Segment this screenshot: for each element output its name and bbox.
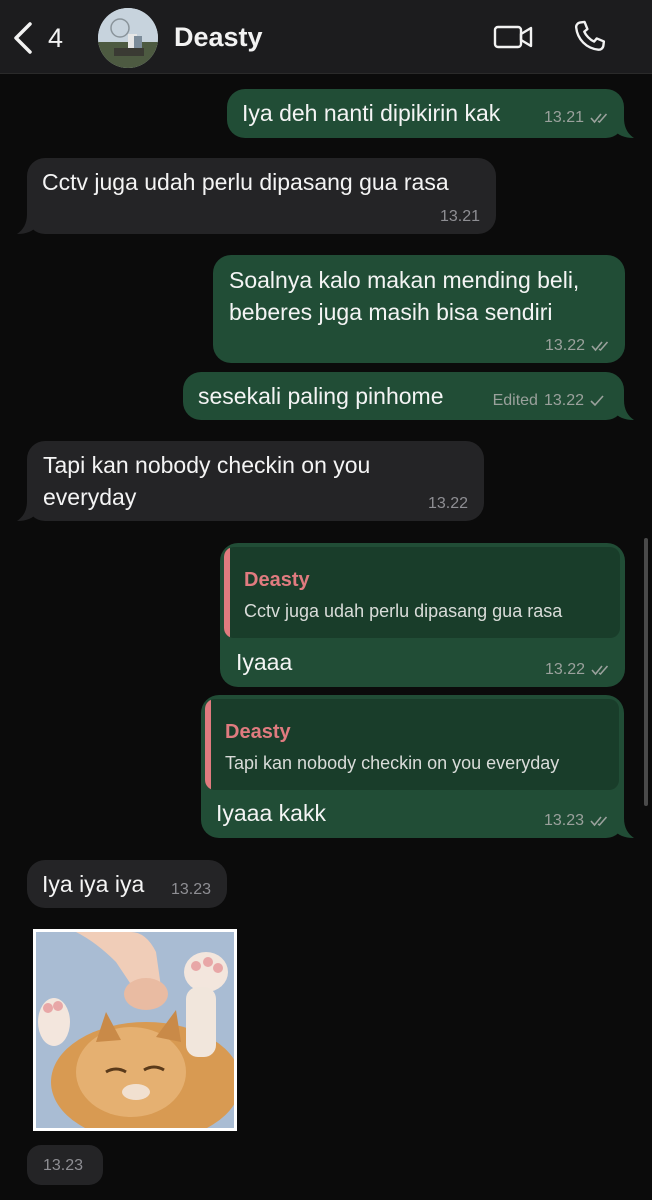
double-check-icon <box>591 665 609 676</box>
edited-label: Edited <box>492 392 538 409</box>
message-meta: 13.23 <box>544 812 610 830</box>
quote-accent-bar <box>205 699 211 790</box>
message-meta: Edited 13.22 <box>493 392 604 410</box>
bubble-tail <box>17 214 37 234</box>
avatar-photo <box>98 8 158 68</box>
voice-call-button[interactable] <box>570 18 608 56</box>
message-meta: 13.22 <box>428 495 468 513</box>
bubble-tail <box>614 118 634 138</box>
outgoing-reply-message[interactable]: Deasty Cctv juga udah perlu dipasang gua… <box>220 543 625 687</box>
quote-sender: Deasty <box>244 569 310 591</box>
quote-text: Tapi kan nobody checkin on you everyday <box>225 753 560 773</box>
quoted-message[interactable]: Deasty Cctv juga udah perlu dipasang gua… <box>224 547 620 638</box>
message-time: 13.22 <box>427 495 468 512</box>
message-meta: 13.23 <box>171 881 211 899</box>
message-time: 13.22 <box>543 392 584 409</box>
message-text-line2: everyday <box>43 484 137 510</box>
quoted-message[interactable]: Deasty Tapi kan nobody checkin on you ev… <box>205 699 619 790</box>
cat-sticker-image <box>36 932 234 1128</box>
outgoing-reply-message[interactable]: Deasty Tapi kan nobody checkin on you ev… <box>201 695 624 838</box>
double-check-icon <box>590 113 608 124</box>
message-time: 13.23 <box>170 881 211 898</box>
message-time: 13.23 <box>543 812 584 829</box>
message-meta: 13.22 <box>545 661 611 679</box>
message-meta: 13.22 <box>545 337 611 355</box>
back-button[interactable]: 4 <box>12 18 78 58</box>
unread-count: 4 <box>48 22 64 53</box>
incoming-message[interactable]: Tapi kan nobody checkin on you everyday … <box>27 441 484 521</box>
outgoing-message[interactable]: Soalnya kalo makan mending beli, beberes… <box>213 255 625 363</box>
message-text-line1: Tapi kan nobody checkin on you <box>43 452 371 478</box>
message-text: Iyaaa kakk <box>216 800 326 826</box>
message-time: 13.23 <box>43 1157 84 1174</box>
chevron-left-icon <box>14 22 32 54</box>
message-meta: 13.21 <box>544 109 610 127</box>
video-call-button[interactable] <box>492 20 534 54</box>
message-time: 13.21 <box>439 208 480 225</box>
contact-name[interactable]: Deasty <box>174 22 263 53</box>
message-text: Iya iya iya <box>42 871 145 897</box>
video-camera-icon <box>493 25 533 49</box>
message-time: 13.22 <box>544 337 585 354</box>
avatar[interactable] <box>98 8 158 68</box>
message-text-line1: Soalnya kalo makan mending beli, <box>229 267 580 293</box>
single-check-icon <box>590 395 604 407</box>
bubble-tail <box>614 400 634 420</box>
bubble-tail <box>614 818 634 838</box>
double-check-icon <box>591 341 609 352</box>
cat-sticker[interactable] <box>33 929 237 1131</box>
message-text: sesekali paling pinhome <box>198 383 444 409</box>
incoming-message[interactable]: Cctv juga udah perlu dipasang gua rasa 1… <box>27 158 496 234</box>
quote-text: Cctv juga udah perlu dipasang gua rasa <box>244 601 563 621</box>
message-text: Iyaaa <box>236 649 293 675</box>
message-text: Cctv juga udah perlu dipasang gua rasa <box>42 169 449 195</box>
message-time: 13.21 <box>543 109 584 126</box>
sticker-timestamp-pill: 13.23 <box>27 1145 103 1185</box>
message-meta: 13.21 <box>440 208 480 226</box>
phone-icon <box>574 20 606 51</box>
outgoing-message[interactable]: Iya deh nanti dipikirin kak 13.21 <box>227 89 624 138</box>
incoming-message[interactable]: Iya iya iya 13.23 <box>27 860 227 908</box>
quote-sender: Deasty <box>225 721 291 743</box>
quote-accent-bar <box>224 547 230 638</box>
message-text: Iya deh nanti dipikirin kak <box>242 100 501 126</box>
bubble-tail <box>17 501 37 521</box>
double-check-icon <box>590 816 608 827</box>
message-text-line2: beberes juga masih bisa sendiri <box>229 299 553 325</box>
chat-header: 4 Deasty <box>0 0 652 74</box>
scrollbar[interactable] <box>644 538 648 806</box>
outgoing-message[interactable]: sesekali paling pinhome Edited 13.22 <box>183 372 624 420</box>
message-time: 13.22 <box>544 661 585 678</box>
